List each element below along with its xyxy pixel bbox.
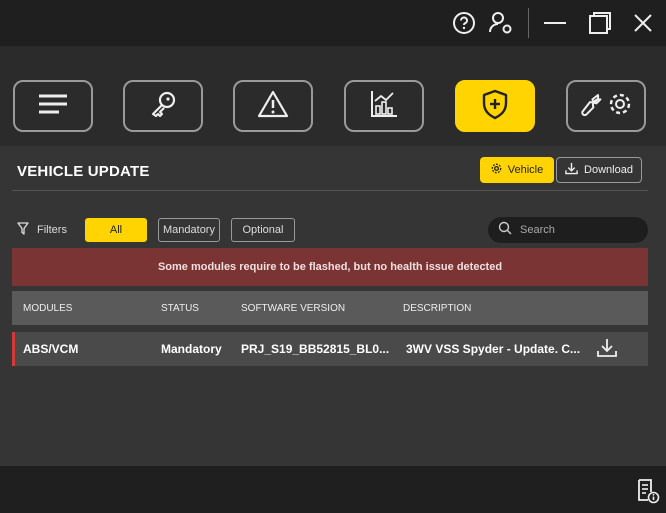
filter-all-button[interactable]: All [85,218,147,242]
cell-module: ABS/VCM [23,342,79,356]
footer-bar [0,466,666,513]
nav-chart-button[interactable] [344,80,424,132]
user-settings-icon[interactable] [486,8,516,38]
wrench-gear-icon [578,89,634,124]
shield-plus-icon [480,88,510,125]
cell-software-version: PRJ_S19_BB52815_BL0... [241,342,390,356]
search-input[interactable] [518,223,642,237]
page-title: VEHICLE UPDATE [17,163,150,180]
filters-label: Filters [17,222,67,238]
nav-service-button[interactable] [566,80,646,132]
close-icon[interactable] [628,8,658,38]
title-divider [12,190,648,191]
report-info-icon[interactable] [636,478,660,509]
download-button-label: Download [584,164,633,176]
filters-text: Filters [37,224,67,236]
help-icon[interactable] [449,8,479,38]
titlebar-divider [528,8,529,38]
search-icon [498,221,512,240]
search-box [488,217,648,243]
table-header: MODULES STATUS SOFTWARE VERSION DESCRIPT… [12,291,648,325]
nav-warning-button[interactable] [233,80,313,132]
status-banner-text: Some modules require to be flashed, but … [157,261,503,273]
nav-key-button[interactable] [123,80,203,132]
vehicle-button[interactable]: Vehicle [480,157,554,183]
column-header-modules[interactable]: MODULES [23,303,72,314]
status-banner: Some modules require to be flashed, but … [12,248,648,286]
title-bar [0,0,666,46]
cell-status: Mandatory [161,342,222,356]
key-icon [148,89,178,124]
cell-description: 3WV VSS Spyder - Update. C... [406,342,581,356]
chart-icon [369,89,399,124]
filter-mandatory-button[interactable]: Mandatory [158,218,220,242]
menu-icon [37,92,69,121]
vehicle-button-label: Vehicle [507,164,544,176]
column-header-status[interactable]: STATUS [161,303,199,314]
filter-optional-button[interactable]: Optional [231,218,295,242]
maximize-icon[interactable] [585,8,615,38]
column-header-description[interactable]: DESCRIPTION [403,303,471,314]
column-header-software-version[interactable]: SOFTWARE VERSION [241,303,345,314]
nav-vehicle-update-button[interactable] [455,80,535,132]
download-icon [565,162,578,178]
row-download-icon[interactable] [596,338,618,361]
gear-icon [491,163,502,177]
nav-menu-button[interactable] [13,80,93,132]
main-nav [0,46,666,146]
filter-icon [17,222,29,238]
warning-icon [257,89,289,124]
table-row[interactable]: ABS/VCM Mandatory PRJ_S19_BB52815_BL0...… [12,332,648,366]
minimize-icon[interactable] [540,8,570,38]
download-button[interactable]: Download [556,157,642,183]
